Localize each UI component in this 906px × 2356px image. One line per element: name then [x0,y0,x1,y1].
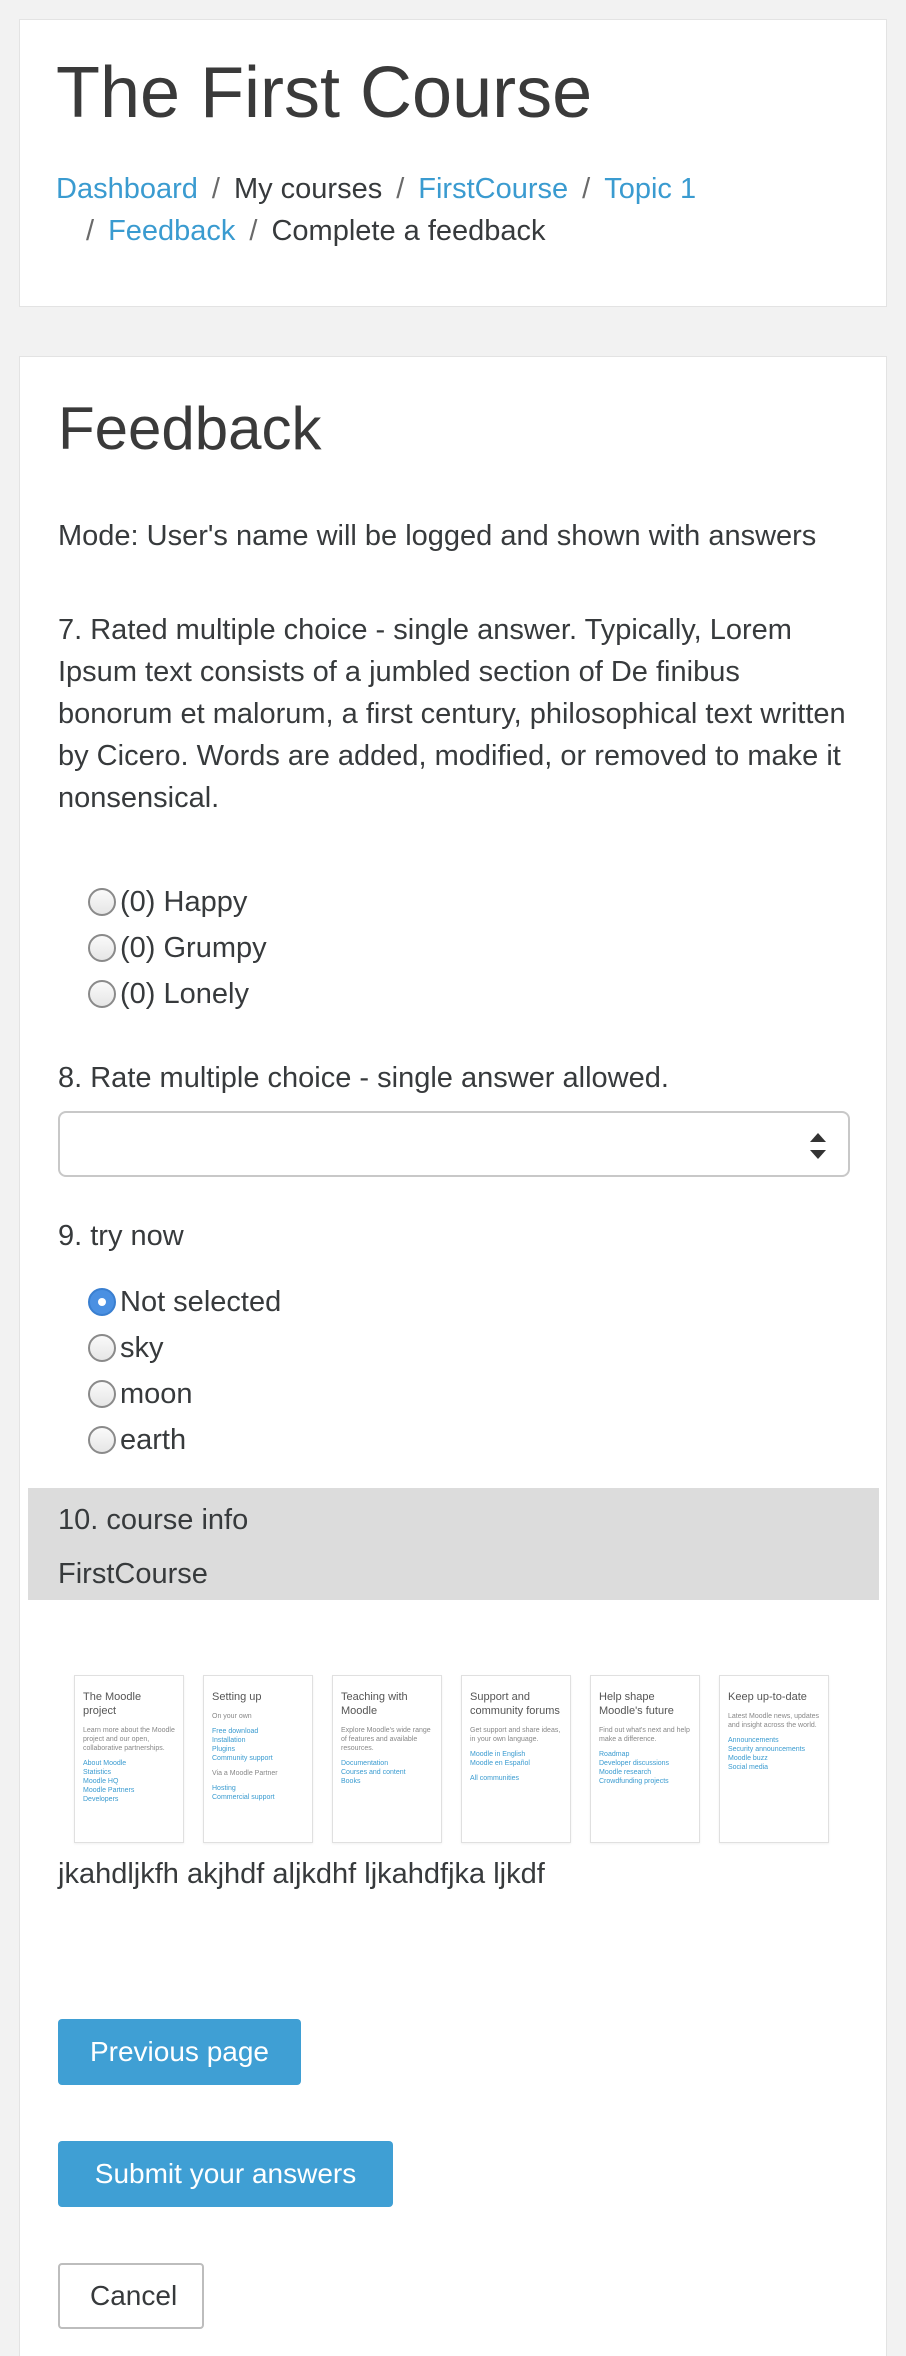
radio-button[interactable] [88,1426,116,1454]
radio-option-earth[interactable]: earth [88,1417,281,1463]
question-9-options: Not selected sky moon earth [88,1279,281,1463]
question-8-text: 8. Rate multiple choice - single answer … [58,1062,669,1094]
moodle-info-image: The Moodle project Learn more about the … [74,1675,829,1843]
thumbnail-link: Crowdfunding projects [599,1778,669,1785]
thumbnail-link: Moodle research [599,1769,652,1776]
thumbnail-card: Support and community forums Get support… [461,1675,571,1843]
radio-button[interactable] [88,1380,116,1408]
thumbnail-link: Roadmap [599,1751,630,1758]
radio-button[interactable] [88,1334,116,1362]
previous-page-button[interactable]: Previous page [58,2019,301,2085]
thumbnail-link: All communities [470,1775,520,1782]
thumbnail-link: Developer discussions [599,1760,670,1767]
thumbnail-link: Courses and content [341,1769,406,1776]
breadcrumb-topic-link[interactable]: Topic 1 [604,173,696,205]
thumbnail-title: Teaching with Moodle [341,1691,408,1717]
thumbnail-card: Setting up On your own Free download Ins… [203,1675,313,1843]
radio-option-moon[interactable]: moon [88,1371,281,1417]
thumbnail-title: Setting up [212,1691,262,1703]
breadcrumb-separator: / [396,173,405,205]
radio-option-happy[interactable]: (0) Happy [88,879,267,925]
thumbnail-link: Statistics [83,1769,112,1776]
thumbnail-link: Announcements [728,1737,779,1744]
question-9-text: 9. try now [58,1220,184,1252]
thumbnail-link: Documentation [341,1760,389,1767]
page-heading: Feedback [58,395,322,462]
breadcrumb-separator: / [249,215,258,247]
breadcrumb-current: Complete a feedback [271,215,546,247]
radio-label: moon [120,1377,193,1410]
thumbnail-text: Get support and share ideas, in your own… [470,1727,561,1743]
thumbnail-link: Moodle Partners [83,1787,135,1794]
breadcrumb-separator: / [582,173,591,205]
thumbnail-link: Hosting [212,1785,236,1792]
radio-button[interactable] [88,980,116,1008]
thumbnail-link: Developers [83,1796,119,1803]
course-info-block: 10. course info FirstCourse [28,1488,879,1600]
question-8-select[interactable] [58,1111,850,1177]
thumbnail-link: Moodle in English [470,1751,526,1758]
radio-option-lonely[interactable]: (0) Lonely [88,971,267,1017]
thumbnail-card: Teaching with Moodle Explore Moodle's wi… [332,1675,442,1843]
thumbnail-card: The Moodle project Learn more about the … [74,1675,184,1843]
label-text: jkahdljkfh akjhdf aljkdhf ljkahdfjka ljk… [58,1858,545,1890]
thumbnail-link: Security announcements [728,1746,806,1753]
breadcrumb-my-courses: My courses [233,173,383,205]
course-title: The First Course [56,53,593,133]
question-7-text: 7. Rated multiple choice - single answer… [58,614,846,814]
thumbnail-text: Explore Moodle's wide range of features … [341,1727,431,1752]
mode-text: Mode: User's name will be logged and sho… [58,520,817,552]
page-header: The First Course Dashboard / My courses / Fi… [19,19,887,307]
thumbnail-link: Books [341,1778,361,1785]
thumbnail-link: Moodle HQ [83,1778,119,1785]
radio-label: Not selected [120,1285,282,1318]
thumbnail-link: Social media [728,1764,769,1771]
radio-button[interactable] [88,934,116,962]
select-arrows-icon [810,1133,826,1159]
radio-button-checked[interactable] [88,1288,116,1316]
thumbnail-title: Help shape Moodle's future [599,1691,674,1717]
thumbnail-title: Keep up-to-date [728,1691,807,1703]
thumbnail-link: Installation [212,1737,246,1744]
thumbnail-text: Find out what's next and help make a dif… [599,1727,690,1743]
breadcrumb-feedback-link[interactable]: Feedback [108,215,235,247]
thumbnail-text: Learn more about the Moodle project and … [83,1727,175,1752]
radio-option-not-selected[interactable]: Not selected [88,1279,281,1325]
radio-option-sky[interactable]: sky [88,1325,281,1371]
thumbnail-link: About Moodle [83,1760,127,1767]
thumbnail-link: Free download [212,1728,259,1735]
thumbnail-link: Plugins [212,1746,235,1753]
submit-answers-button[interactable]: Submit your answers [58,2141,393,2207]
radio-label: (0) Happy [120,885,248,918]
thumbnail-title: The Moodle project [83,1691,142,1717]
question-7-options: (0) Happy (0) Grumpy (0) Lonely [88,879,267,1017]
radio-label: (0) Grumpy [120,931,267,964]
thumbnail-link: Moodle en Español [470,1760,530,1767]
radio-label: sky [120,1331,164,1364]
cancel-button[interactable]: Cancel [58,2263,204,2329]
radio-option-grumpy[interactable]: (0) Grumpy [88,925,267,971]
thumbnail-card: Keep up-to-date Latest Moodle news, upda… [719,1675,829,1843]
question-10-text: 10. course info [58,1504,249,1536]
thumbnail-text: On your own [212,1713,252,1720]
breadcrumb-dashboard-link[interactable]: Dashboard [56,173,198,205]
thumbnail-link: Moodle buzz [728,1755,768,1762]
course-info-value: FirstCourse [58,1558,208,1590]
thumbnail-card: Help shape Moodle's future Find out what… [590,1675,700,1843]
breadcrumb-course-link[interactable]: FirstCourse [418,173,568,205]
radio-label: (0) Lonely [120,977,249,1010]
thumbnail-text: Latest Moodle news, updates and insight … [728,1713,820,1729]
radio-button[interactable] [88,888,116,916]
thumbnail-link: Community support [212,1755,273,1762]
breadcrumb: Dashboard / My courses / FirstCourse / Topic 1… [56,168,866,252]
breadcrumb-separator: / [211,173,220,205]
radio-label: earth [120,1423,187,1456]
feedback-form-card: Feedback Mode: User's name will be logge… [19,356,887,2356]
thumbnail-text: Via a Moodle Partner [212,1770,278,1777]
thumbnail-title: Support and community forums [470,1691,560,1717]
breadcrumb-separator: / [86,215,95,247]
thumbnail-link: Commercial support [212,1794,275,1801]
